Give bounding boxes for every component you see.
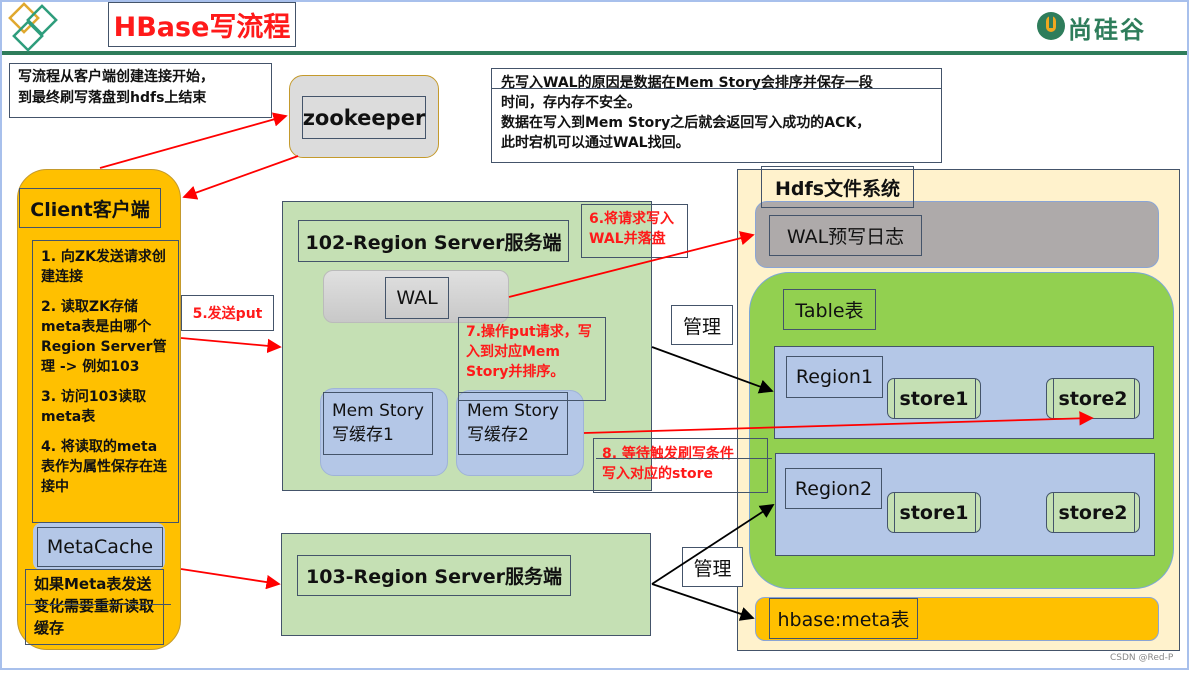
memstore-name: Mem Story xyxy=(332,401,424,421)
zookeeper-label: zookeeper xyxy=(302,96,426,139)
region-1-label: Region1 xyxy=(786,356,883,398)
metacache-note: 如果Meta表发送变化需要重新读取缓存 xyxy=(25,569,164,645)
region-1-store-1[interactable]: store1 xyxy=(887,378,981,419)
manage-label-102: 管理 xyxy=(671,305,733,345)
wal-reason-line: 时间，存内存不安全。 xyxy=(501,95,641,111)
memstore-desc: 写缓存1 xyxy=(332,425,394,445)
memstore-2-label: Mem Story 写缓存2 xyxy=(458,392,568,455)
wal-label: WAL xyxy=(385,277,449,319)
client-title: Client客户端 xyxy=(19,188,161,228)
overview-note-line: 到最终刷写落盘到hdfs上结束 xyxy=(18,90,207,106)
step5-label: 5.发送put xyxy=(181,295,274,331)
region-1-store-2[interactable]: store2 xyxy=(1046,378,1140,419)
memstore-name: Mem Story xyxy=(467,401,559,421)
brand-name: 尚硅谷 xyxy=(1068,16,1146,44)
region-2-store-2[interactable]: store2 xyxy=(1046,492,1140,533)
region-server-102-title: 102-Region Server服务端 xyxy=(298,220,569,262)
table-label: Table表 xyxy=(783,289,876,330)
note-overlap-border xyxy=(25,604,171,605)
step8-line: 写入对应的store xyxy=(602,466,714,482)
wal-reason-note: 先写入WAL的原因是数据在Mem Story会排序并保存一段 时间，存内存不安全… xyxy=(491,68,942,163)
header-divider xyxy=(2,51,1187,55)
region-2-store-1[interactable]: store1 xyxy=(887,492,981,533)
region-2-label: Region2 xyxy=(785,468,882,509)
metacache-label: MetaCache xyxy=(37,527,163,567)
note-overlap-border xyxy=(596,458,772,459)
step7-label: 7.操作put请求，写入到对应Mem Story并排序。 xyxy=(458,317,606,401)
wal-reason-line: 数据在写入到Mem Story之后就会返回写入成功的ACK， xyxy=(501,115,871,131)
step6-label: 6.将请求写入WAL并落盘 xyxy=(581,204,688,258)
page-title: HBase写流程 xyxy=(108,2,296,47)
meta-table-label: hbase:meta表 xyxy=(769,598,918,639)
hdfs-title: Hdfs文件系统 xyxy=(761,166,914,208)
note-overlap-border xyxy=(491,88,942,89)
diamond-logo-icon xyxy=(8,2,58,52)
region-server-103-title: 103-Region Server服务端 xyxy=(297,555,571,596)
brand-logo-icon xyxy=(1037,12,1065,40)
memstore-1-label: Mem Story 写缓存1 xyxy=(323,392,433,455)
overview-note: 写流程从客户端创建连接开始， 到最终刷写落盘到hdfs上结束 xyxy=(9,63,272,118)
client-step: 1. 向ZK发送请求创建连接 xyxy=(41,249,166,285)
client-step: 4. 将读取的meta表作为属性保存在连接中 xyxy=(41,439,167,495)
hdfs-wal-label: WAL预写日志 xyxy=(769,215,922,256)
step8-line: 8. 等待触发刷写条件 xyxy=(602,446,734,462)
step8-label: 8. 等待触发刷写条件 写入对应的store xyxy=(593,438,768,493)
watermark: CSDN @Red-P xyxy=(1110,653,1174,663)
wal-reason-line: 先写入WAL的原因是数据在Mem Story会排序并保存一段 xyxy=(501,75,873,91)
overview-note-line: 写流程从客户端创建连接开始， xyxy=(18,69,214,85)
memstore-desc: 写缓存2 xyxy=(467,425,529,445)
client-steps: 1. 向ZK发送请求创建连接 2. 读取ZK存储meta表是由哪个Region … xyxy=(32,240,179,523)
client-step: 2. 读取ZK存储meta表是由哪个Region Server管理 -> 例如1… xyxy=(41,299,167,375)
manage-label-103: 管理 xyxy=(682,547,743,587)
wal-reason-line: 此时宕机可以通过WAL找回。 xyxy=(501,135,690,151)
client-step: 3. 访问103读取meta表 xyxy=(41,389,147,425)
